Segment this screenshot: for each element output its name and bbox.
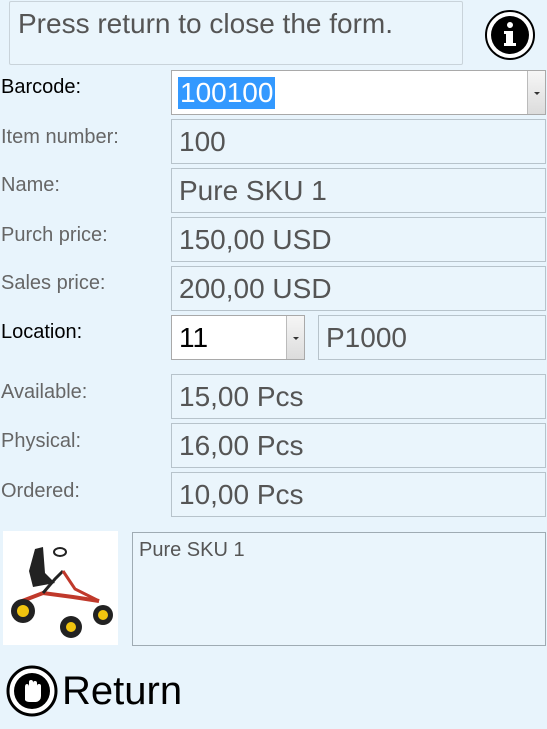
barcode-label: Barcode: xyxy=(1,76,82,98)
location-value[interactable]: 11 xyxy=(179,322,208,354)
ordered-label: Ordered: xyxy=(1,480,80,502)
name-label: Name: xyxy=(1,174,60,196)
instruction-message: Press return to close the form. xyxy=(9,1,463,65)
product-image xyxy=(3,531,118,645)
barcode-value[interactable]: 100100 xyxy=(178,77,276,109)
description-box: Pure SKU 1 xyxy=(132,532,546,646)
available-field: 15,00 Pcs xyxy=(171,374,546,419)
ordered-field: 10,00 Pcs xyxy=(171,472,546,517)
physical-field: 16,00 Pcs xyxy=(171,423,546,468)
sales-price-field: 200,00 USD xyxy=(171,266,546,311)
purch-price-field: 150,00 USD xyxy=(171,217,546,262)
item-number-field: 100 xyxy=(171,119,546,164)
physical-label: Physical: xyxy=(1,430,82,452)
chevron-down-icon[interactable] xyxy=(527,71,545,114)
return-button[interactable]: Return xyxy=(6,665,182,717)
available-label: Available: xyxy=(1,381,88,403)
return-label: Return xyxy=(62,668,183,713)
chevron-down-icon[interactable] xyxy=(286,316,304,359)
sales-price-label: Sales price: xyxy=(1,272,106,294)
name-field: Pure SKU 1 xyxy=(171,168,546,213)
info-icon[interactable] xyxy=(484,9,536,61)
barcode-combobox[interactable]: 100100 xyxy=(171,70,546,115)
purch-price-label: Purch price: xyxy=(1,224,108,246)
stop-hand-icon[interactable] xyxy=(6,665,58,717)
location-combobox[interactable]: 11 xyxy=(171,315,305,360)
item-number-label: Item number: xyxy=(1,126,119,148)
location-label: Location: xyxy=(1,321,83,343)
location-code-field: P1000 xyxy=(318,315,546,360)
